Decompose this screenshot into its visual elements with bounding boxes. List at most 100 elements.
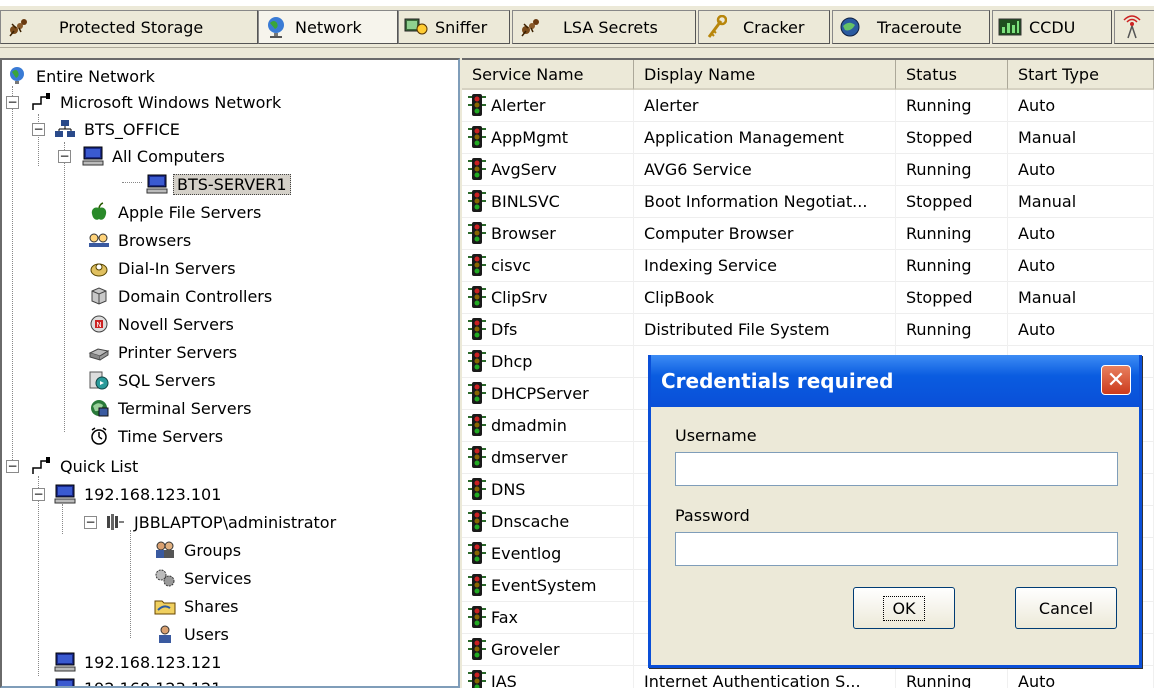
traffic-light-icon <box>466 605 488 631</box>
apple-icon <box>88 201 110 223</box>
computer-icon <box>82 145 104 167</box>
service-name: Alerter <box>491 96 546 115</box>
table-row[interactable]: IAS Internet Authentication S... Running Au… <box>462 665 1154 688</box>
table-row[interactable]: AppMgmt Application Management Stopped Manu… <box>462 121 1154 154</box>
tree-item-apple-file-servers[interactable]: Apple File Servers <box>88 198 264 226</box>
globe-icon <box>263 13 289 41</box>
display-name-cell: Application Management <box>634 121 896 154</box>
column-header-display-name[interactable]: Display Name <box>634 60 896 90</box>
column-header-start-type[interactable]: Start Type <box>1008 60 1154 90</box>
tree-label: Terminal Servers <box>118 398 252 418</box>
tree-item-services[interactable]: Services <box>154 564 254 592</box>
password-field[interactable] <box>675 532 1118 566</box>
service-name-cell: IAS <box>462 665 634 688</box>
username-field[interactable] <box>675 452 1118 486</box>
network-icon <box>30 91 52 113</box>
collapse-toggle[interactable]: − <box>58 150 71 163</box>
tree-item-host-121[interactable]: 192.168.123.121 <box>54 648 224 676</box>
collapse-toggle[interactable]: − <box>32 488 45 501</box>
service-name-cell: Dnscache <box>462 505 634 538</box>
service-name-cell: dmserver <box>462 441 634 474</box>
table-row[interactable]: Dfs Distributed File System Running Auto <box>462 313 1154 346</box>
status-cell: Running <box>896 249 1008 282</box>
tree-item-novell-servers[interactable]: N Novell Servers <box>88 310 237 338</box>
tab-lsa-secrets[interactable]: LSA Secrets <box>512 10 696 44</box>
tree-item-quick-list[interactable]: Quick List <box>30 452 141 480</box>
traffic-light-icon <box>466 125 488 151</box>
ok-button[interactable]: OK <box>853 587 955 629</box>
tab-sniffer[interactable]: Sniffer <box>398 10 510 44</box>
start-type-cell: Auto <box>1008 249 1154 282</box>
domain-controller-icon <box>88 285 110 307</box>
table-row[interactable]: ClipSrv ClipBook Stopped Manual <box>462 281 1154 314</box>
table-row[interactable]: BINLSVC Boot Information Negotiat... Stopp… <box>462 185 1154 218</box>
tree-item-sql-servers[interactable]: SQL Servers <box>88 366 219 394</box>
service-name-cell: Fax <box>462 601 634 634</box>
tree-label: Microsoft Windows Network <box>60 92 282 112</box>
table-row[interactable]: cisvc Indexing Service Running Auto <box>462 249 1154 282</box>
tree-connector <box>62 504 63 534</box>
tree-label: Browsers <box>118 230 192 250</box>
network-icon <box>30 455 52 477</box>
tree-item-groups[interactable]: Groups <box>154 536 244 564</box>
tree-item-time-servers[interactable]: Time Servers <box>88 422 226 450</box>
dialog-title-bar[interactable]: Credentials required <box>651 355 1139 407</box>
tree-item-host-101[interactable]: 192.168.123.101 <box>54 480 224 508</box>
tree-item-entire-network[interactable]: Entire Network <box>6 62 158 90</box>
service-name-cell: Groveler <box>462 633 634 666</box>
tree-label: All Computers <box>112 146 225 166</box>
close-icon[interactable]: ✕ <box>1101 365 1131 395</box>
tree-item-jbblaptop-administrator[interactable]: JBBLAPTOP\administrator <box>104 508 339 536</box>
column-header-service-name[interactable]: Service Name <box>462 60 634 90</box>
globe-icon <box>6 65 28 87</box>
tree-item-all-computers[interactable]: All Computers <box>82 142 228 170</box>
printer-icon <box>88 341 110 363</box>
tab-label: Sniffer <box>435 17 488 37</box>
start-type-cell: Auto <box>1008 313 1154 346</box>
service-name-cell: cisvc <box>462 249 634 282</box>
tab-network[interactable]: Network <box>258 10 398 44</box>
tree-item-host-121-second[interactable]: 192.168.123.121 <box>54 674 224 686</box>
collapse-toggle[interactable]: − <box>84 516 97 529</box>
collapse-toggle[interactable]: − <box>6 96 19 109</box>
column-header-status[interactable]: Status <box>896 60 1008 90</box>
service-name: IAS <box>491 672 517 688</box>
table-row[interactable]: AvgServ AVG6 Service Running Auto <box>462 153 1154 186</box>
tree-item-terminal-servers[interactable]: Terminal Servers <box>88 394 255 422</box>
start-type-cell: Auto <box>1008 217 1154 250</box>
tree-item-domain-controllers[interactable]: Domain Controllers <box>88 282 275 310</box>
tree-label: Groups <box>184 540 242 560</box>
cancel-button[interactable]: Cancel <box>1015 587 1117 629</box>
network-tree[interactable]: Entire Network − Microsoft Windows Netwo… <box>0 58 460 688</box>
service-name: Dnscache <box>491 512 570 531</box>
tab-traceroute[interactable]: Traceroute <box>832 10 990 44</box>
tab-cracker[interactable]: Cracker <box>698 10 830 44</box>
status-cell: Running <box>896 153 1008 186</box>
table-row[interactable]: Alerter Alerter Running Auto <box>462 89 1154 122</box>
service-name-cell: Browser <box>462 217 634 250</box>
tab-wireless[interactable] <box>1114 10 1154 44</box>
password-label: Password <box>675 506 750 525</box>
tree-item-browsers[interactable]: Browsers <box>88 226 194 254</box>
tree-item-dial-in-servers[interactable]: Dial-In Servers <box>88 254 239 282</box>
key-icon <box>703 13 729 41</box>
service-name-cell: Alerter <box>462 89 634 122</box>
tree-item-bts-office[interactable]: BTS_OFFICE <box>54 115 183 143</box>
tab-label: Network <box>295 17 362 37</box>
table-row[interactable]: Browser Computer Browser Running Auto <box>462 217 1154 250</box>
computer-icon <box>54 651 76 673</box>
tree-label: Users <box>184 624 229 644</box>
tree-item-bts-server1[interactable]: BTS-SERVER1 <box>146 170 291 198</box>
tree-item-printer-servers[interactable]: Printer Servers <box>88 338 240 366</box>
collapse-toggle[interactable]: − <box>6 460 19 473</box>
service-name-cell: BINLSVC <box>462 185 634 218</box>
tab-ccdu[interactable]: CCDU <box>992 10 1112 44</box>
tree-item-users[interactable]: Users <box>154 620 232 648</box>
tree-item-shares[interactable]: Shares <box>154 592 242 620</box>
tree-item-microsoft-windows-network[interactable]: Microsoft Windows Network <box>30 88 284 116</box>
service-name: Dfs <box>491 320 518 339</box>
collapse-toggle[interactable]: − <box>32 123 45 136</box>
display-name-cell: Computer Browser <box>634 217 896 250</box>
status-cell: Stopped <box>896 281 1008 314</box>
tab-protected-storage[interactable]: Protected Storage <box>0 10 258 44</box>
